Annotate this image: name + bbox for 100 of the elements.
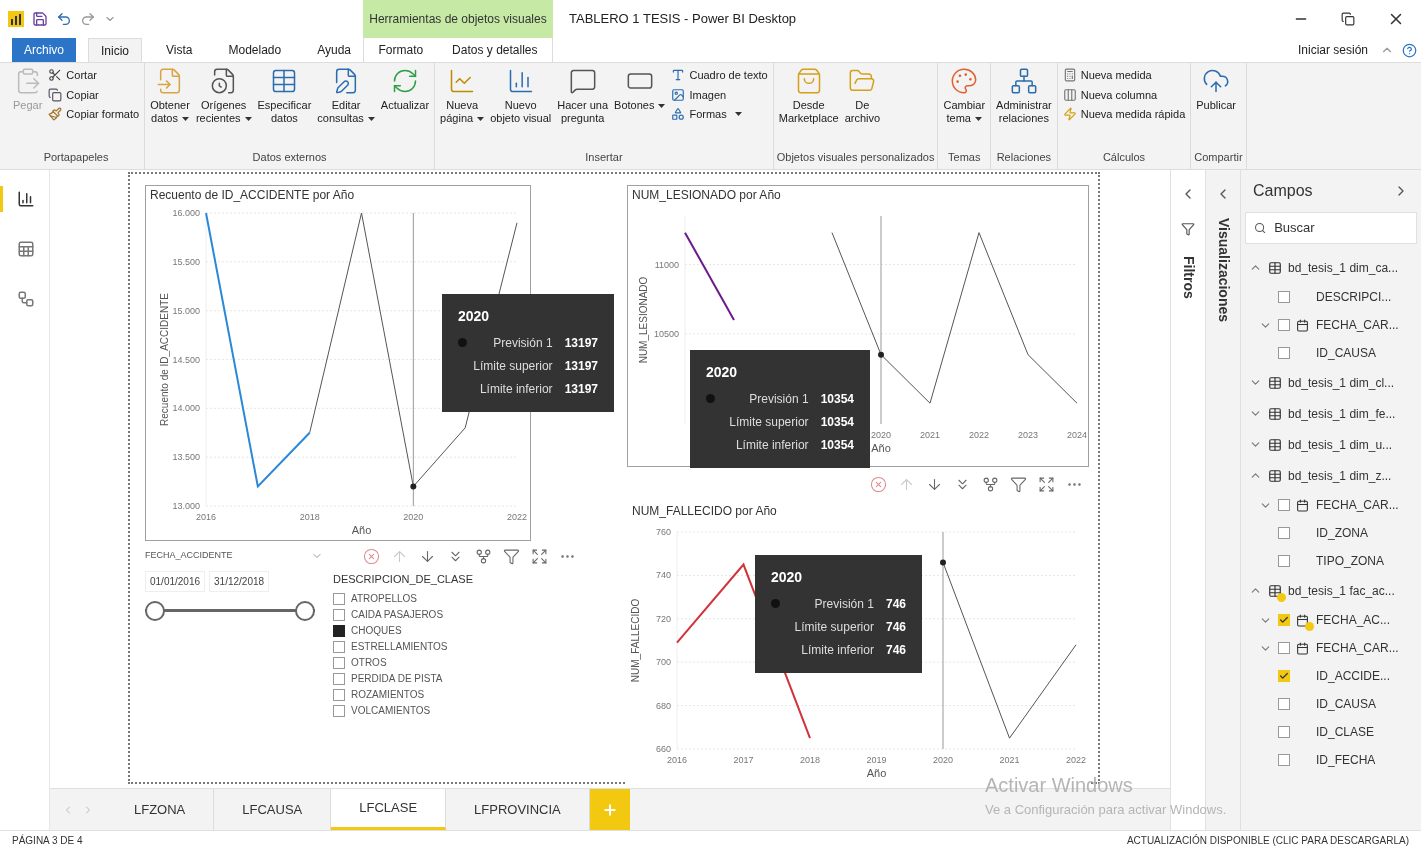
ribbon-button[interactable]: De archivo: [842, 67, 883, 125]
menu-tab[interactable]: Datos y detalles: [444, 38, 546, 62]
slider-handle[interactable]: [295, 600, 315, 621]
menu-tab[interactable]: Vista: [154, 38, 205, 62]
ribbon-button[interactable]: Publicar: [1194, 67, 1238, 112]
ribbon-button[interactable]: Especificar datos: [255, 67, 314, 125]
menu-tab[interactable]: Inicio: [88, 38, 143, 62]
checkbox[interactable]: [1278, 291, 1290, 303]
undo-icon[interactable]: [56, 11, 72, 27]
ribbon-button[interactable]: Formas: [669, 106, 770, 123]
menu-tab[interactable]: Ayuda: [305, 38, 364, 62]
checkbox[interactable]: [1278, 499, 1290, 511]
field-item[interactable]: ID_FECHA: [1245, 746, 1421, 774]
search-box[interactable]: Buscar: [1245, 212, 1417, 244]
field-item[interactable]: ID_ACCIDE...: [1245, 662, 1421, 690]
field-item[interactable]: FECHA_CAR...: [1245, 491, 1421, 519]
sign-in-link[interactable]: Iniciar sesión: [1297, 41, 1380, 59]
ribbon-button[interactable]: Orígenes recientes: [193, 67, 254, 125]
filter-icon[interactable]: [503, 547, 520, 565]
date-field[interactable]: 31/12/2018: [209, 570, 270, 592]
menu-tab[interactable]: Formato: [370, 38, 432, 62]
ribbon-button[interactable]: Nueva medida rápida: [1060, 106, 1188, 123]
focus-mode-icon[interactable]: [531, 547, 548, 565]
slicer-item[interactable]: ROZAMIENTOS: [333, 686, 576, 703]
help-icon[interactable]: [1402, 42, 1417, 58]
checkbox[interactable]: [1278, 347, 1290, 359]
search-field[interactable]: Buscar: [1274, 218, 1408, 238]
field-table[interactable]: bd_tesis_1 dim_fe...: [1245, 398, 1421, 429]
field-item[interactable]: ID_ZONA: [1245, 519, 1421, 547]
ribbon-button[interactable]: Imagen: [669, 86, 770, 103]
slider-handle[interactable]: [145, 600, 165, 621]
ribbon-button[interactable]: Obtener datos: [148, 67, 192, 125]
field-table[interactable]: bd_tesis_1 dim_z...: [1245, 460, 1421, 491]
filter-icon[interactable]: [1010, 475, 1027, 493]
checkbox[interactable]: [333, 688, 345, 701]
checkbox[interactable]: [1278, 698, 1290, 710]
slicer-item[interactable]: ATROPELLOS: [333, 590, 576, 607]
ribbon-button[interactable]: Copiar formato: [46, 106, 142, 123]
tick-label: 2018: [800, 755, 820, 765]
fork-icon[interactable]: [982, 475, 999, 493]
slicer-item[interactable]: OTROS: [333, 654, 576, 671]
ribbon-button[interactable]: Actualizar: [378, 67, 432, 112]
update-link[interactable]: ACTUALIZACIÓN DISPONIBLE (CLIC PARA DESCARGARLA): [1126, 833, 1409, 848]
menu-tab[interactable]: Modelado: [216, 38, 294, 62]
field-item[interactable]: FECHA_AC...: [1245, 606, 1421, 634]
checkbox[interactable]: [333, 672, 345, 685]
field-table[interactable]: bd_tesis_1 dim_u...: [1245, 429, 1421, 460]
ribbon-button[interactable]: Cambiar tema: [941, 67, 988, 125]
checkbox[interactable]: [1278, 642, 1290, 654]
ribbon-button[interactable]: Nueva medida: [1060, 67, 1188, 84]
checkbox[interactable]: [333, 640, 345, 653]
slicer-item[interactable]: ESTRELLAMIENTOS: [333, 638, 576, 655]
ribbon-button[interactable]: Nuevo objeto visual: [488, 67, 554, 125]
pane-title[interactable]: Visualizaciones: [1212, 218, 1234, 322]
save-icon[interactable]: [32, 11, 48, 27]
page-tab[interactable]: LFCLASE: [331, 789, 447, 830]
fork-icon[interactable]: [475, 547, 492, 565]
redo-icon[interactable]: [80, 11, 96, 27]
field-item[interactable]: ID_CAUSA: [1245, 690, 1421, 718]
ribbon-button[interactable]: Botones: [612, 67, 668, 112]
checkbox[interactable]: [333, 592, 345, 605]
field-item[interactable]: ID_CLASE: [1245, 718, 1421, 746]
field-table[interactable]: bd_tesis_1 fac_ac...: [1245, 575, 1421, 606]
range-slider[interactable]: [145, 599, 315, 622]
checkbox[interactable]: [333, 656, 345, 669]
ribbon-button[interactable]: Copiar: [46, 86, 142, 103]
ribbon-button[interactable]: Hacer una pregunta: [555, 67, 611, 125]
checkbox[interactable]: [333, 704, 345, 717]
ribbon-button[interactable]: Cortar: [46, 67, 142, 84]
field-item[interactable]: DESCRIPCI...: [1245, 283, 1421, 311]
checkbox[interactable]: [1278, 319, 1290, 331]
checkbox[interactable]: [1278, 527, 1290, 539]
field-item[interactable]: TIPO_ZONA: [1245, 547, 1421, 575]
ribbon-button[interactable]: Desde Marketplace: [776, 67, 841, 125]
slicer-item[interactable]: CHOQUES: [333, 622, 576, 639]
checkbox[interactable]: [333, 608, 345, 621]
ribbon-button[interactable]: Editar consultas: [315, 67, 377, 125]
add-page-button[interactable]: [589, 789, 630, 830]
checkbox[interactable]: [1278, 754, 1290, 766]
ribbon-button[interactable]: Nueva columna: [1060, 86, 1188, 103]
menu-tab[interactable]: Archivo: [12, 38, 76, 62]
ribbon-button[interactable]: Nueva página: [438, 67, 487, 125]
checkbox[interactable]: [1278, 555, 1290, 567]
slicer-item[interactable]: CAIDA PASAJEROS: [333, 606, 576, 623]
restore-icon[interactable]: [1341, 12, 1355, 26]
focus-mode-icon[interactable]: [1038, 475, 1055, 493]
slicer-item[interactable]: VOLCAMIENTOS: [333, 702, 576, 719]
group-label: Relaciones: [995, 149, 1053, 165]
field-item[interactable]: FECHA_CAR...: [1245, 311, 1421, 339]
pane-title[interactable]: Filtros: [1177, 256, 1199, 299]
checkbox[interactable]: [333, 624, 345, 637]
ribbon-button[interactable]: Administrar relaciones: [994, 67, 1054, 125]
slicer-item[interactable]: PERDIDA DE PISTA: [333, 670, 576, 687]
field-table[interactable]: bd_tesis_1 dim_cl...: [1245, 367, 1421, 398]
field-item[interactable]: FECHA_CAR...: [1245, 634, 1421, 662]
checkbox[interactable]: [1278, 726, 1290, 738]
field-item[interactable]: ID_CAUSA: [1245, 339, 1421, 367]
date-field[interactable]: 01/01/2016: [145, 570, 206, 592]
ribbon-button[interactable]: Cuadro de texto: [669, 67, 770, 84]
field-table[interactable]: bd_tesis_1 dim_ca...: [1245, 252, 1421, 283]
